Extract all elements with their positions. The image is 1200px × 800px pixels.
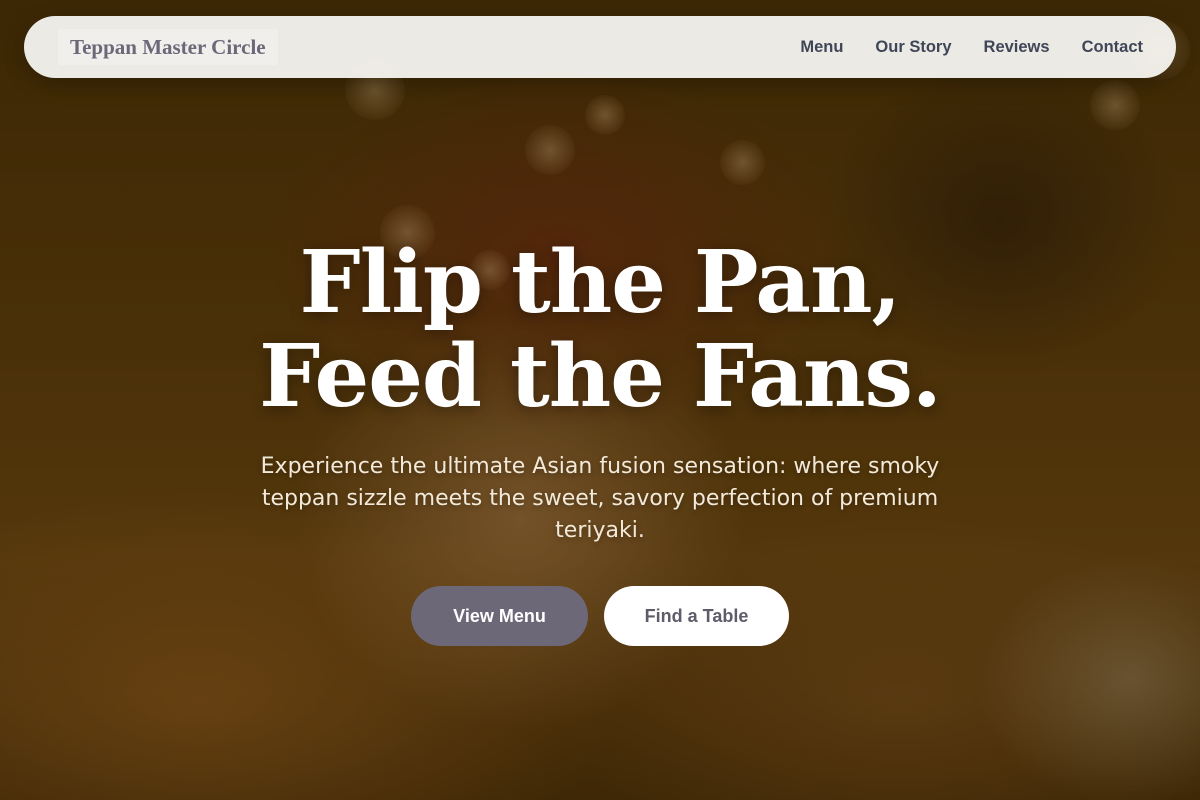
brand-logo[interactable]: Teppan Master Circle bbox=[58, 29, 278, 65]
nav-link-menu[interactable]: Menu bbox=[800, 38, 843, 57]
top-navbar: Teppan Master Circle Menu Our Story Revi… bbox=[24, 16, 1176, 78]
nav-link-reviews[interactable]: Reviews bbox=[984, 38, 1050, 57]
nav-links: Menu Our Story Reviews Contact bbox=[800, 16, 1143, 78]
hero-subtext: Experience the ultimate Asian fusion sen… bbox=[260, 454, 940, 543]
nav-link-our-story[interactable]: Our Story bbox=[875, 38, 951, 57]
find-table-button[interactable]: Find a Table bbox=[604, 586, 789, 646]
hero-headline-line-1: Flip the Pan, bbox=[299, 232, 902, 333]
nav-link-contact[interactable]: Contact bbox=[1082, 38, 1143, 57]
view-menu-button[interactable]: View Menu bbox=[411, 586, 588, 646]
hero-headline-line-2: Feed the Fans. bbox=[259, 326, 942, 427]
hero-headline: Flip the Pan, Feed the Fans. bbox=[0, 236, 1200, 424]
